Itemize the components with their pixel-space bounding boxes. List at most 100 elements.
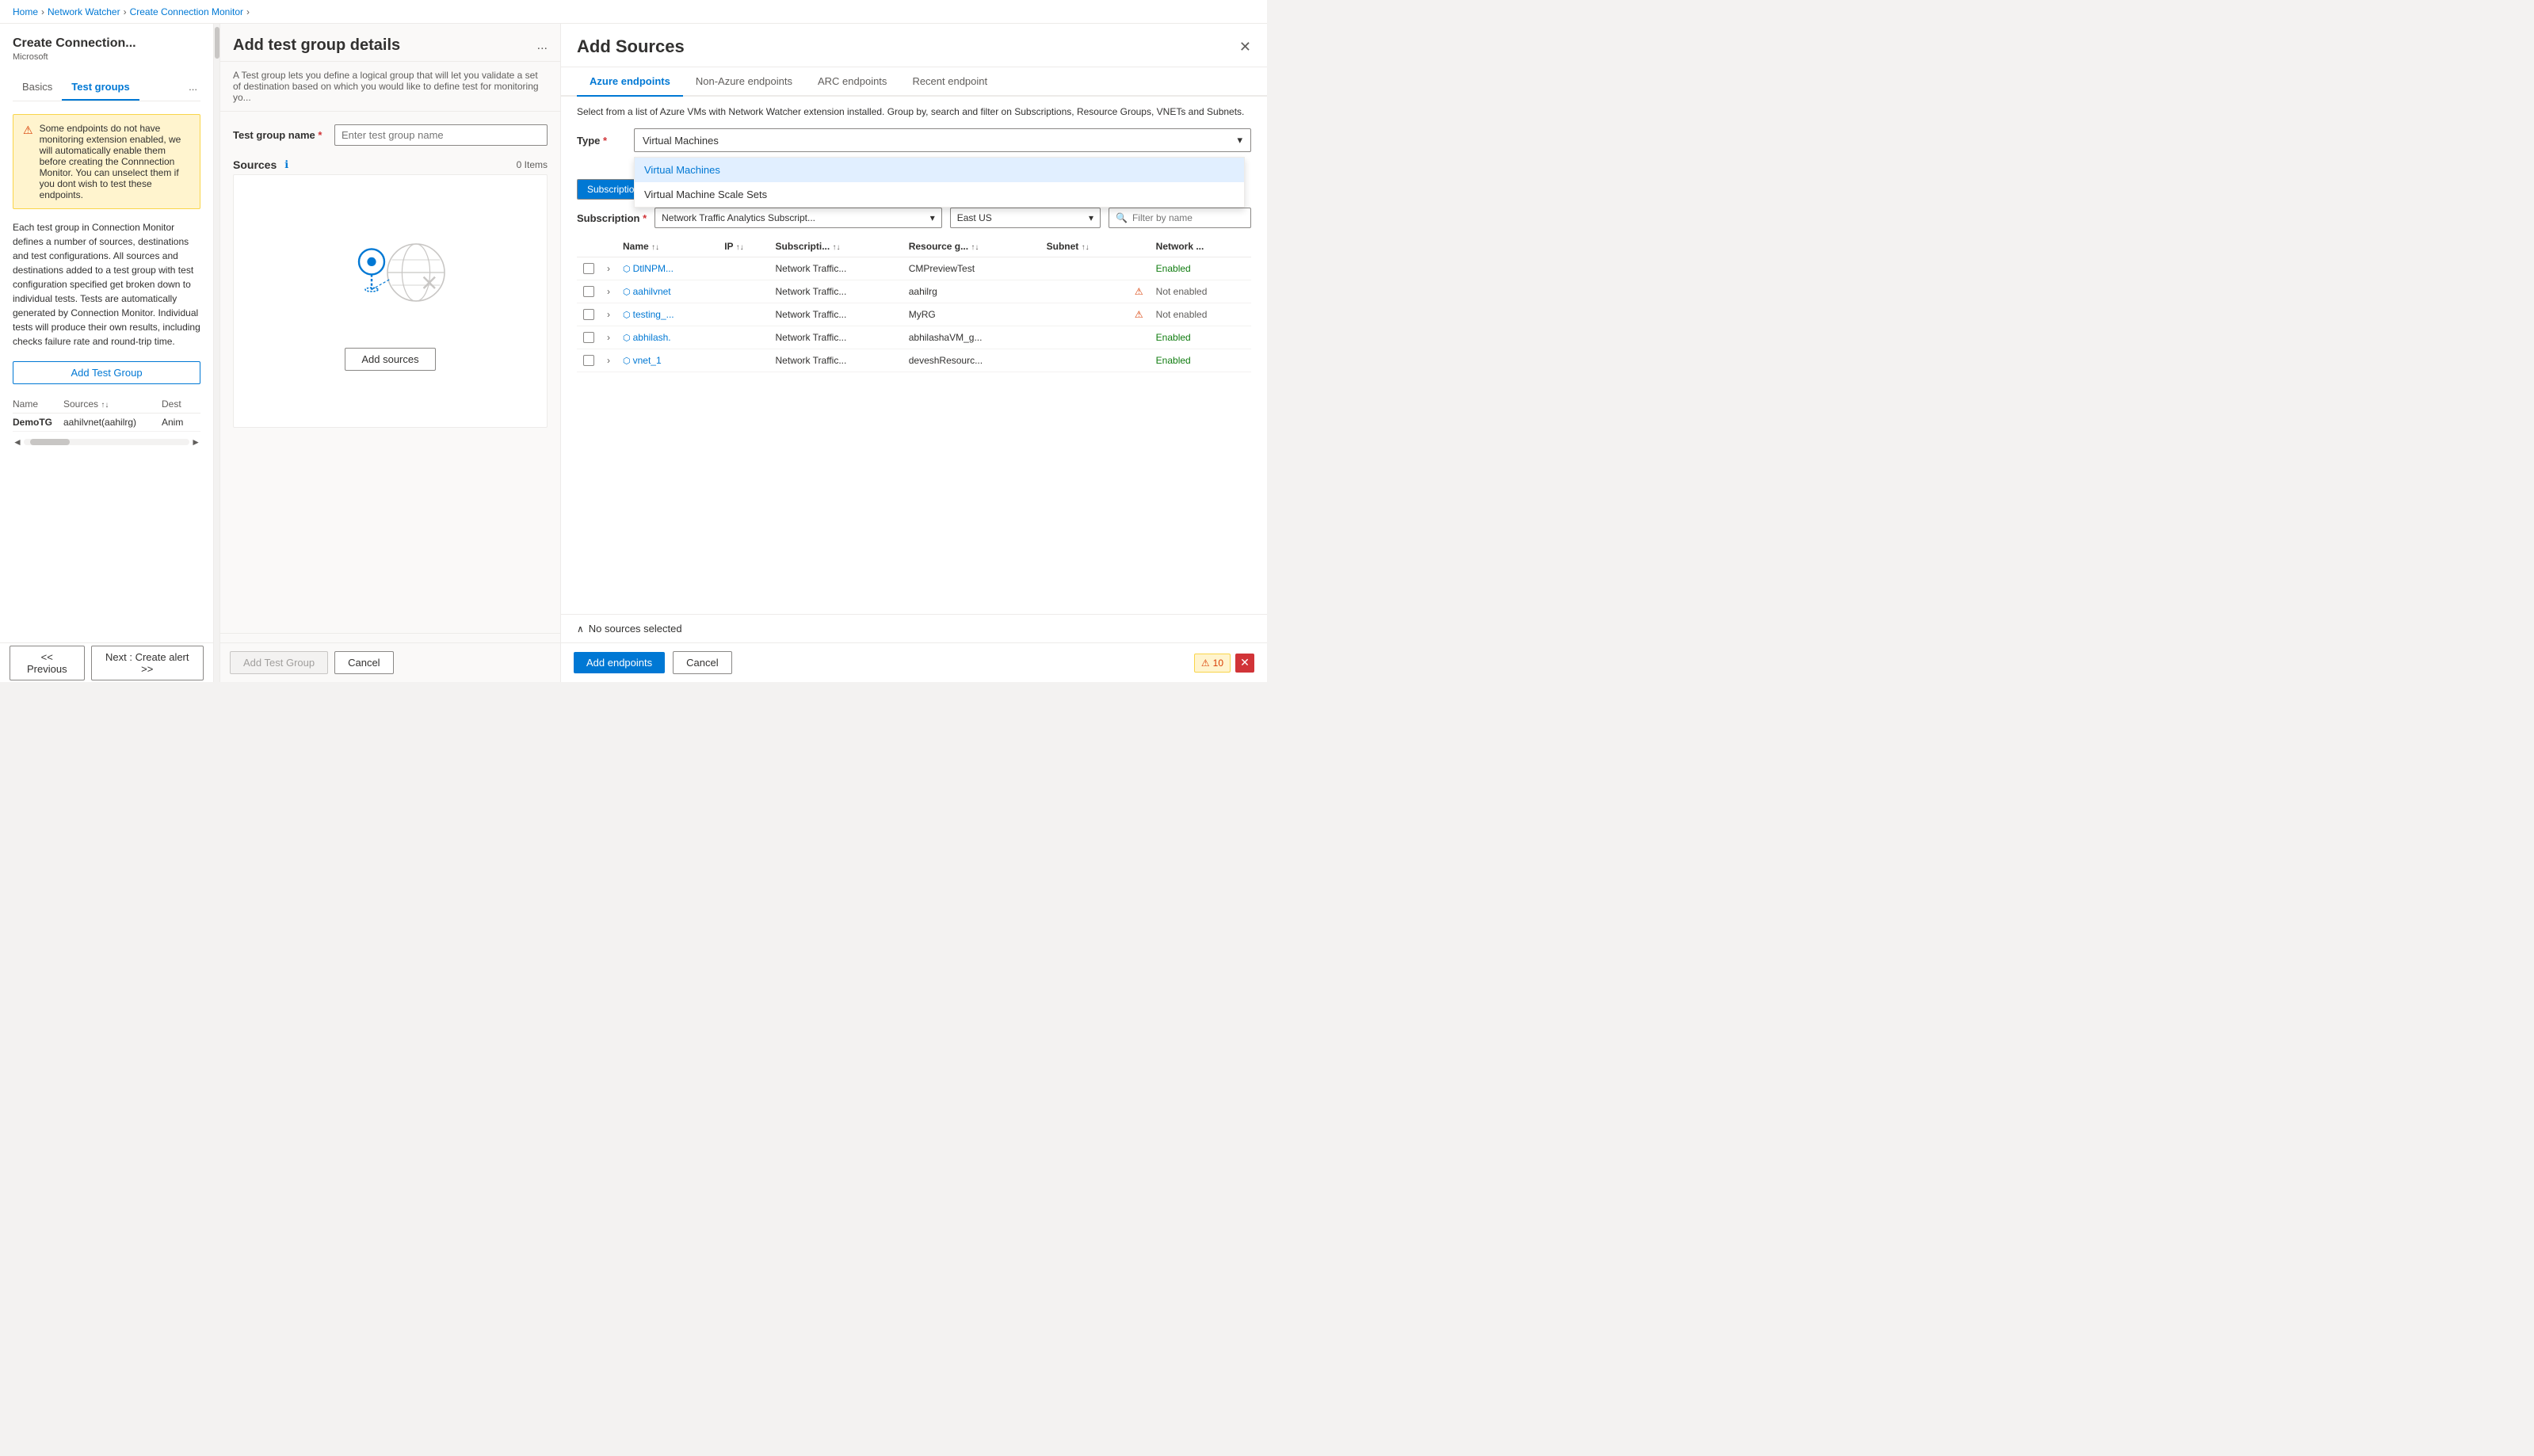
breadcrumb-create-connection-monitor[interactable]: Create Connection Monitor [130,6,243,17]
middle-panel-more[interactable]: ... [537,39,548,53]
row-subnet-1 [1040,280,1128,303]
sort-ip-icon: ↑↓ [736,243,744,252]
col-name[interactable]: Name ↑↓ [616,236,718,257]
sidebar-bottom-bar: << Previous Next : Create alert >> [0,642,213,682]
search-icon: 🔍 [1116,212,1128,223]
sources-info-icon[interactable]: ℹ [284,158,288,171]
subscription-select[interactable]: Network Traffic Analytics Subscript... ▾ [654,208,942,228]
row-checkbox-3[interactable] [577,326,601,349]
middle-panel: Add test group details ... A Test group … [220,24,561,682]
region-value: East US [957,212,992,223]
scroll-right-arrow[interactable]: ► [191,436,200,448]
globe-illustration [327,231,454,329]
col-expand [601,236,616,257]
test-group-name-label: Test group name * [233,129,328,141]
sort-sub-icon: ↑↓ [833,243,841,252]
endpoints-table: Name ↑↓ IP ↑↓ Subscripti... ↑↓ [577,236,1251,372]
add-test-group-button[interactable]: Add Test Group [13,361,200,384]
warning-text: Some endpoints do not have monitoring ex… [40,123,190,200]
sidebar-scrollbar[interactable] [214,24,220,682]
row-checkbox-1[interactable] [577,280,601,303]
table-row: › ⬡ abhilash. Network Traffic... abhilas… [577,326,1251,349]
sources-header: Sources ℹ 0 Items [233,158,548,171]
row-name-0: ⬡ DtlNPM... [616,257,718,280]
add-sources-button[interactable]: Add sources [345,348,435,371]
sidebar-subtitle: Microsoft [13,52,200,62]
col-header-name: Name [13,398,60,410]
type-select[interactable]: Virtual Machines ▾ [634,128,1251,152]
col-header-sources: Sources ↑↓ [63,398,158,410]
chevron-up-icon: ∧ [577,623,584,635]
right-panel-body: Select from a list of Azure VMs with Net… [561,97,1267,614]
row-network-status-1: Not enabled [1150,280,1251,303]
scroll-left-arrow[interactable]: ◄ [13,436,22,448]
error-close-button[interactable]: ✕ [1235,654,1254,673]
table-header-row: Name ↑↓ IP ↑↓ Subscripti... ↑↓ [577,236,1251,257]
row-expand-3[interactable]: › [601,326,616,349]
close-button[interactable]: ✕ [1239,39,1251,55]
tab-basics[interactable]: Basics [13,74,62,101]
cancel-middle-button[interactable]: Cancel [334,651,393,674]
breadcrumb-network-watcher[interactable]: Network Watcher [48,6,120,17]
sources-section: Sources ℹ 0 Items [233,158,548,428]
sidebar-table-header: Name Sources ↑↓ Dest [13,395,200,414]
right-panel: Add Sources ✕ Azure endpoints Non-Azure … [561,24,1267,682]
middle-panel-body: Test group name * Sources ℹ 0 Items [220,112,560,633]
col-subnet[interactable]: Subnet ↑↓ [1040,236,1128,257]
add-endpoints-button[interactable]: Add endpoints [574,652,665,673]
row-expand-1[interactable]: › [601,280,616,303]
test-group-name-input[interactable] [334,124,548,146]
cancel-right-button[interactable]: Cancel [673,651,731,674]
tab-recent-endpoint[interactable]: Recent endpoint [899,67,1000,97]
col-resource-group[interactable]: Resource g... ↑↓ [903,236,1040,257]
tab-arc-endpoints[interactable]: ARC endpoints [805,67,899,97]
table-row: › ⬡ testing_... Network Traffic... MyRG … [577,303,1251,326]
row-expand-2[interactable]: › [601,303,616,326]
row-expand-4[interactable]: › [601,349,616,372]
region-chevron-icon: ▾ [1089,212,1093,223]
dropdown-item-virtual-machines[interactable]: Virtual Machines [635,158,1244,182]
row-dest: Anim [162,417,200,428]
row-resource-group-0: CMPreviewTest [903,257,1040,280]
filter-input-container[interactable]: 🔍 [1109,208,1251,228]
sidebar-more[interactable]: ... [185,74,200,101]
subscription-chevron-icon: ▾ [930,212,935,223]
row-checkbox-2[interactable] [577,303,601,326]
row-expand-0[interactable]: › [601,257,616,280]
row-checkbox-0[interactable] [577,257,601,280]
col-ip[interactable]: IP ↑↓ [718,236,769,257]
breadcrumb-sep1: › [41,6,44,17]
region-select[interactable]: East US ▾ [950,208,1101,228]
table-row: › ⬡ DtlNPM... Network Traffic... CMPrevi… [577,257,1251,280]
col-subscription[interactable]: Subscripti... ↑↓ [769,236,903,257]
breadcrumb-sep3: › [246,6,250,17]
row-sources: aahilvnet(aahilrg) [63,417,158,428]
breadcrumb-home[interactable]: Home [13,6,38,17]
row-ip-2 [718,303,769,326]
tab-test-groups[interactable]: Test groups [62,74,139,101]
next-button[interactable]: Next : Create alert >> [91,646,204,680]
sidebar: Create Connection... Microsoft Basics Te… [0,24,214,682]
type-dropdown-menu: Virtual Machines Virtual Machine Scale S… [634,157,1245,208]
row-network-status-0: Enabled [1150,257,1251,280]
row-checkbox-4[interactable] [577,349,601,372]
tab-non-azure-endpoints[interactable]: Non-Azure endpoints [683,67,805,97]
row-warning-0 [1128,257,1150,280]
row-subscription-4: Network Traffic... [769,349,903,372]
no-sources-label: No sources selected [589,623,682,635]
sidebar-tabs: Basics Test groups ... [13,74,200,101]
row-warning-4 [1128,349,1150,372]
filter-by-name-input[interactable] [1132,212,1244,223]
right-bottom-bar: Add endpoints Cancel ⚠ 10 ✕ [561,642,1267,682]
row-name: DemoTG [13,417,60,428]
sources-content: Add sources [233,174,548,428]
row-ip-0 [718,257,769,280]
right-panel-desc: Select from a list of Azure VMs with Net… [577,106,1251,117]
dropdown-item-vmss[interactable]: Virtual Machine Scale Sets [635,182,1244,207]
previous-button[interactable]: << Previous [10,646,85,680]
tab-azure-endpoints[interactable]: Azure endpoints [577,67,683,97]
row-subnet-2 [1040,303,1128,326]
row-ip-4 [718,349,769,372]
row-network-status-2: Not enabled [1150,303,1251,326]
no-sources-footer: ∧ No sources selected [561,614,1267,642]
